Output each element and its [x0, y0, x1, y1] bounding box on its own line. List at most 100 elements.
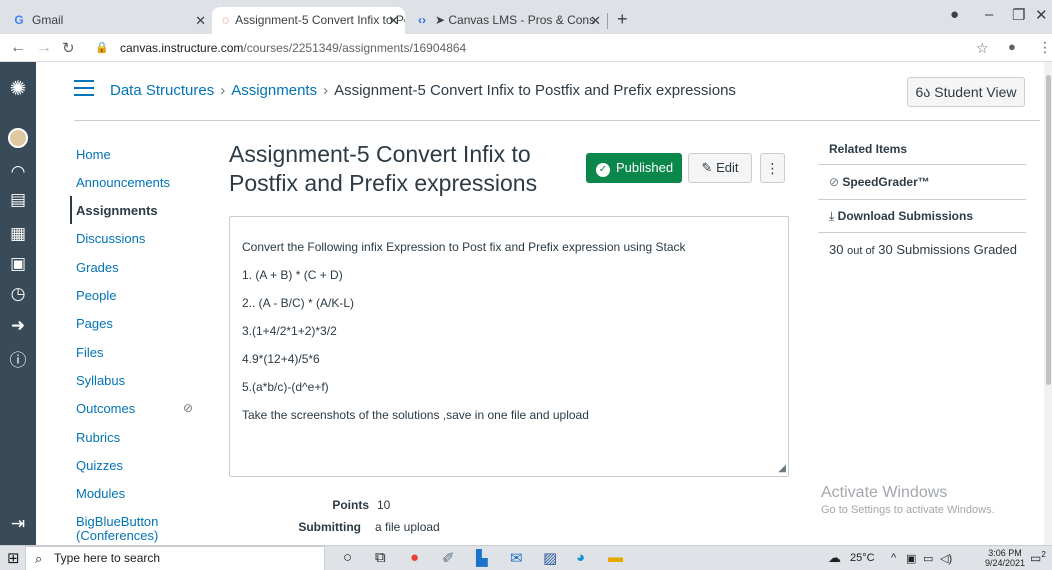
student-view-label: Student View: [934, 84, 1017, 100]
header-divider: [74, 120, 1040, 121]
course-nav-modules[interactable]: Modules: [76, 486, 125, 501]
close-window-icon[interactable]: ✕: [1035, 6, 1048, 24]
breadcrumb-separator: ›: [220, 82, 226, 99]
course-nav-outcomes-label: Outcomes: [76, 401, 136, 416]
reload-icon[interactable]: ↻: [62, 39, 75, 57]
close-icon[interactable]: ✕: [590, 7, 601, 34]
clock-date: 9/24/2021: [985, 558, 1026, 568]
forward-icon[interactable]: →: [36, 39, 52, 57]
volume-icon[interactable]: ◁): [940, 552, 952, 565]
mail-icon[interactable]: ✉: [510, 549, 523, 567]
task-view-icon[interactable]: ⧉: [375, 549, 386, 566]
course-nav-quizzes[interactable]: Quizzes: [76, 458, 123, 473]
collapse-nav-icon[interactable]: ⇥: [0, 514, 36, 534]
search-placeholder: Type here to search: [54, 551, 161, 565]
course-nav-pages[interactable]: Pages: [76, 316, 113, 331]
description-line: 4.9*(12+4)/5*6: [242, 352, 320, 366]
tab-assignment[interactable]: ◌ Assignment-5 Convert Infix to Po ✕: [212, 7, 405, 34]
speedgrader-label: SpeedGrader™: [842, 175, 930, 189]
file-explorer-icon[interactable]: ▬: [608, 549, 623, 566]
courses-icon[interactable]: ▤: [0, 190, 36, 210]
edge-icon[interactable]: ◕: [576, 549, 585, 566]
calendar-icon[interactable]: ▦: [0, 224, 36, 244]
battery-icon[interactable]: ▭: [923, 552, 933, 565]
student-view-button[interactable]: 6ა Student View: [907, 77, 1025, 107]
temperature: 25°C: [850, 552, 875, 564]
close-icon[interactable]: ✕: [195, 7, 206, 34]
resize-handle-icon[interactable]: ◢: [778, 463, 786, 474]
course-nav-conferences-label: (Conferences): [76, 528, 159, 543]
account-icon[interactable]: ●: [1008, 39, 1016, 54]
download-submissions-link[interactable]: ⤓ Download Submissions: [829, 209, 973, 224]
course-nav-home[interactable]: Home: [76, 147, 111, 162]
divider: [818, 164, 1026, 165]
speedgrader-link[interactable]: ⊘ SpeedGrader™: [829, 175, 930, 189]
menu-icon[interactable]: ⋮: [1038, 39, 1052, 56]
global-nav: ✺ ◠ ▤ ▦ ▣ ◷ ➜ ⓘ ⇥: [0, 62, 36, 545]
new-tab-icon[interactable]: +: [617, 9, 628, 30]
breadcrumb: Data Structures › Assignments › Assignment-5…: [110, 82, 736, 99]
course-nav-people[interactable]: People: [76, 288, 116, 303]
course-nav-outcomes[interactable]: Outcomes ⊘: [76, 401, 206, 416]
profile-icon[interactable]: ●: [950, 6, 959, 23]
notifications-icon[interactable]: ▭2: [1030, 550, 1046, 565]
course-nav-syllabus[interactable]: Syllabus: [76, 373, 125, 388]
history-icon[interactable]: ◷: [0, 284, 36, 304]
chrome-icon[interactable]: ●: [410, 549, 419, 566]
hamburger-menu-icon[interactable]: [74, 80, 94, 101]
url-path: /courses/2251349/assignments/16904864: [243, 41, 467, 55]
breadcrumb-current: Assignment-5 Convert Infix to Postfix an…: [334, 82, 736, 99]
windows-start-icon[interactable]: ⊞: [7, 549, 20, 567]
weather-icon[interactable]: ☁: [828, 550, 841, 566]
course-nav-rubrics[interactable]: Rubrics: [76, 430, 120, 445]
tab-label: Assignment-5 Convert Infix to Po: [235, 13, 405, 27]
download-icon: ⤓: [829, 209, 835, 223]
star-icon[interactable]: ☆: [976, 40, 989, 57]
link-icon: ‹›: [418, 13, 426, 27]
maximize-icon[interactable]: ❐: [1012, 6, 1025, 24]
published-button[interactable]: ✓ Published: [586, 153, 682, 183]
scrollbar-thumb[interactable]: [1046, 75, 1051, 385]
store-icon[interactable]: ▙: [476, 549, 488, 567]
submitting-label-cell: Submitting: [229, 520, 361, 536]
cortana-icon[interactable]: ○: [343, 549, 352, 566]
download-label: Download Submissions: [837, 209, 974, 223]
hidden-eye-icon: ⊘: [183, 401, 194, 415]
url-field[interactable]: canvas.instructure.com/courses/2251349/a…: [120, 41, 466, 55]
dashboard-icon[interactable]: ◠: [0, 162, 36, 182]
edit-button[interactable]: ✎ Edit: [688, 153, 752, 183]
help-icon[interactable]: ⓘ: [0, 346, 36, 371]
inbox-icon[interactable]: ▣: [0, 254, 36, 274]
close-icon[interactable]: ✕: [388, 7, 399, 34]
speedgrader-icon: ⊘: [829, 175, 840, 189]
breadcrumb-course[interactable]: Data Structures: [110, 82, 214, 99]
tab-gmail[interactable]: G Gmail ✕: [0, 7, 212, 34]
assignment-title: Assignment-5 Convert Infix to Postfix an…: [229, 141, 538, 196]
network-icon[interactable]: ▣: [906, 552, 916, 565]
account-avatar[interactable]: [0, 128, 36, 153]
back-icon[interactable]: ←: [10, 39, 26, 57]
graded-out-of: out of: [847, 245, 875, 257]
breadcrumb-assignments[interactable]: Assignments: [231, 82, 317, 99]
course-nav-grades[interactable]: Grades: [76, 260, 119, 275]
canvas-logo-icon[interactable]: ✺: [0, 76, 36, 101]
points-value: 10: [377, 498, 391, 512]
divider: [818, 232, 1026, 233]
course-nav-discussions[interactable]: Discussions: [76, 231, 145, 246]
commons-icon[interactable]: ➜: [0, 316, 36, 336]
course-nav-assignments[interactable]: Assignments: [76, 203, 158, 218]
paint-icon[interactable]: ✐: [442, 549, 455, 567]
minimize-icon[interactable]: –: [985, 6, 993, 23]
related-items-heading: Related Items: [829, 142, 908, 156]
course-nav-files[interactable]: Files: [76, 345, 103, 360]
more-options-button[interactable]: ⋮: [760, 153, 785, 183]
course-nav-announcements[interactable]: Announcements: [76, 175, 170, 190]
tab-label: ➤ Canvas LMS - Pros & Cons: [435, 13, 596, 27]
word-icon[interactable]: ▨: [543, 549, 557, 567]
gmail-icon: G: [14, 13, 24, 27]
course-nav-bigbluebutton[interactable]: BigBlueButton (Conferences): [76, 515, 158, 543]
taskbar-search[interactable]: ⌕ Type here to search: [25, 546, 325, 570]
tab-canvas-pros-cons[interactable]: ‹› ➤ Canvas LMS - Pros & Cons ✕: [405, 7, 607, 34]
clock[interactable]: 3:06 PM 9/24/2021: [985, 548, 1025, 568]
tray-chevron-icon[interactable]: ^: [891, 552, 896, 564]
